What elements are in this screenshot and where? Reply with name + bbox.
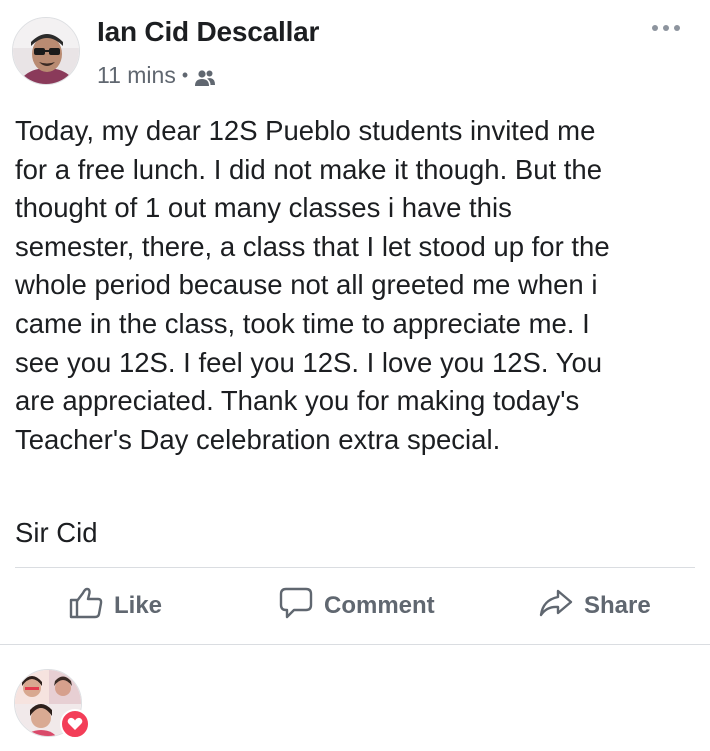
thumbs-up-icon [68, 586, 104, 627]
post-timestamp[interactable]: 11 mins [97, 62, 176, 89]
friends-icon[interactable] [194, 66, 216, 86]
share-button[interactable]: Share [538, 568, 651, 644]
post-text: Today, my dear 12S Pueblo students invit… [15, 115, 610, 455]
comment-label: Comment [324, 592, 435, 619]
comment-button[interactable]: Comment [278, 568, 435, 644]
author-name[interactable]: Ian Cid Descallar [97, 16, 319, 48]
author-avatar[interactable] [12, 17, 80, 85]
share-label: Share [584, 592, 651, 619]
like-button[interactable]: Like [68, 568, 162, 644]
more-icon [650, 19, 682, 37]
post-meta: 11 mins • [97, 62, 216, 88]
post-actions-bar: Like Comment Share [0, 568, 710, 644]
comment-bubble-icon [278, 586, 314, 627]
share-arrow-icon [538, 588, 574, 625]
meta-separator: • [181, 64, 189, 85]
comment-section [0, 645, 710, 751]
post-signature: Sir Cid [15, 517, 98, 548]
more-options-button[interactable] [646, 16, 686, 40]
heart-icon [60, 709, 90, 739]
post-header: Ian Cid Descallar 11 mins • [0, 0, 710, 100]
like-label: Like [114, 592, 163, 619]
